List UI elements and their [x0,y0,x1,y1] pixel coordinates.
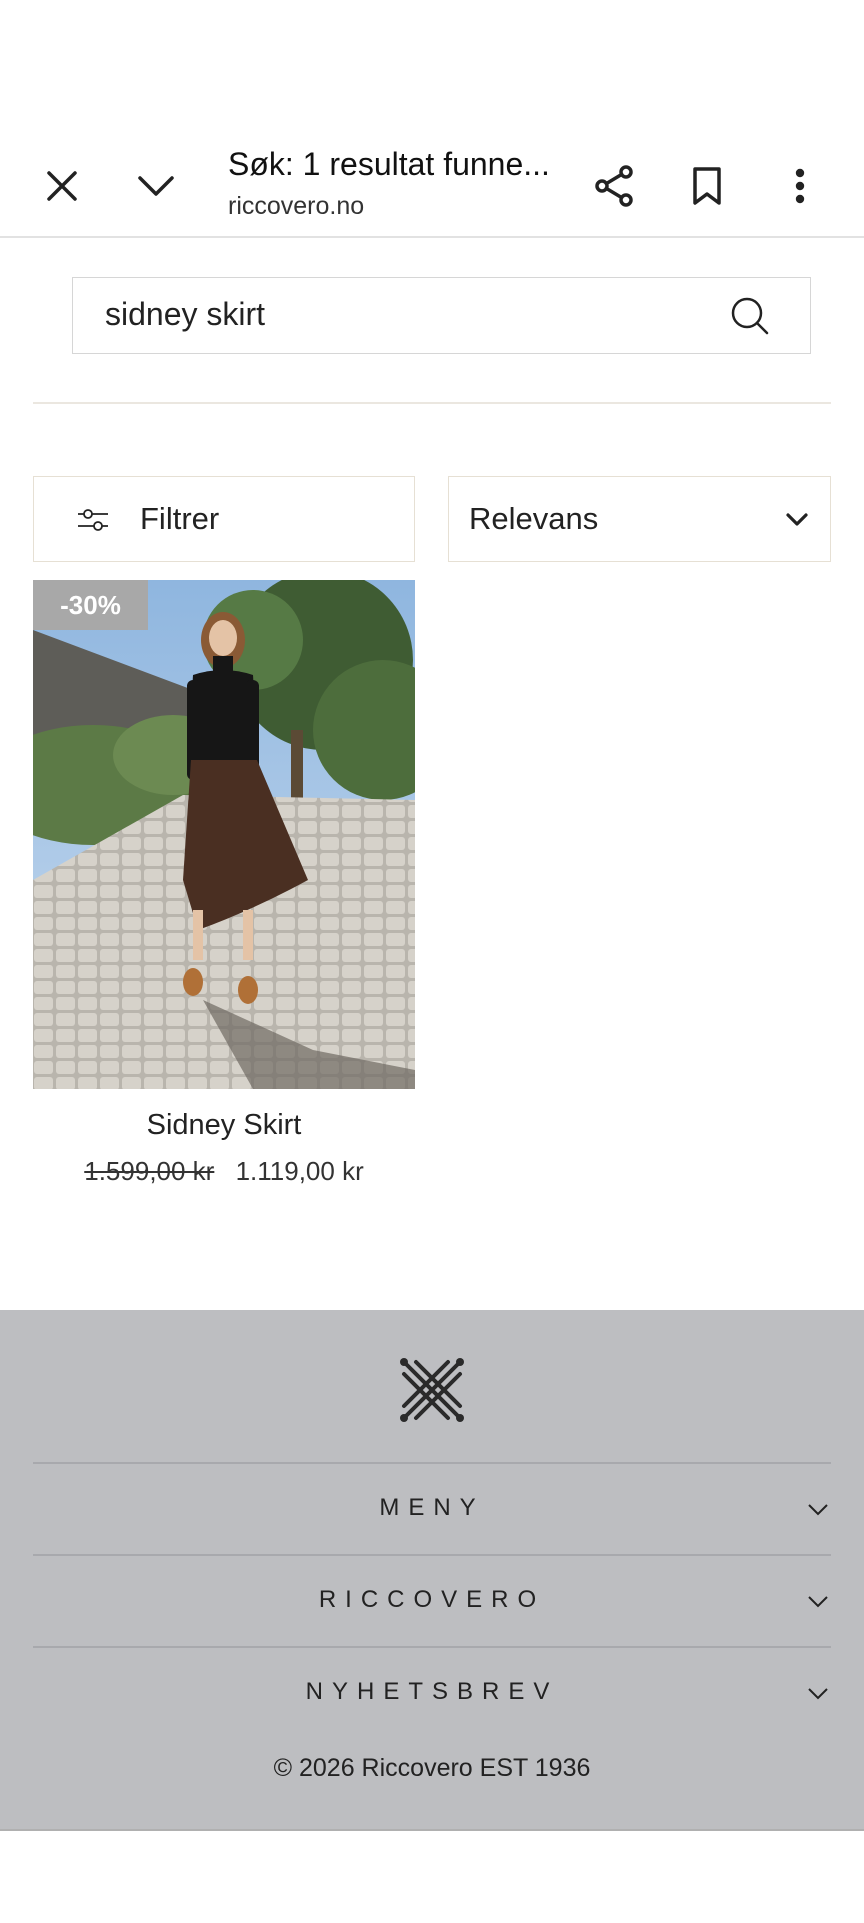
footer: MENY RICCOVERO NYHETSBREV © 2026 Riccove… [0,1310,864,1831]
copyright-text: © 2026 Riccovero EST 1936 [273,1754,591,1782]
divider [33,402,831,404]
chevron-down-icon [805,1588,831,1614]
search-icon[interactable] [730,296,770,336]
footer-row-label: MENY [379,1494,485,1521]
chevron-down-icon [805,1680,831,1706]
product-image[interactable]: -30% [33,580,415,1089]
footer-menu-row[interactable]: MENY [33,1462,831,1554]
footer-row-label: RICCOVERO [318,1586,546,1613]
product-price: 1.599,00 kr 1.119,00 kr [33,1156,415,1187]
share-icon[interactable] [588,160,640,212]
sort-label: Relevans [469,501,599,536]
search-value: sidney skirt [105,296,266,332]
page-url: riccovero.no [228,192,365,220]
chevron-down-icon[interactable] [130,160,182,212]
page-title: Søk: 1 resultat funne... [228,146,550,182]
footer-newsletter-row[interactable]: NYHETSBREV [33,1646,831,1738]
footer-riccovero-row[interactable]: RICCOVERO [33,1554,831,1646]
riccovero-logo-icon[interactable] [396,1354,468,1426]
old-price: 1.599,00 kr [84,1156,215,1186]
search-input[interactable]: sidney skirt [72,277,811,354]
bookmark-icon[interactable] [681,160,733,212]
more-vert-icon[interactable] [774,160,826,212]
product-card[interactable]: -30% Sidney Skirt 1.599,00 kr 1.119,00 k… [33,580,415,1187]
filter-button[interactable]: Filtrer [33,476,415,562]
browser-toolbar: Søk: 1 resultat funne... riccovero.no [0,140,864,238]
product-name[interactable]: Sidney Skirt [33,1109,415,1142]
sale-price: 1.119,00 kr [235,1156,364,1186]
close-icon[interactable] [36,160,88,212]
discount-badge: -30% [33,580,148,630]
page: Søk: 1 resultat funne... riccovero.no si… [0,0,864,1923]
chevron-down-icon [805,1496,831,1522]
footer-row-label: NYHETSBREV [305,1678,559,1705]
chevron-down-icon [782,505,812,535]
sort-select[interactable]: Relevans [448,476,831,562]
filter-sliders-icon [76,503,110,537]
filter-label: Filtrer [140,501,220,536]
